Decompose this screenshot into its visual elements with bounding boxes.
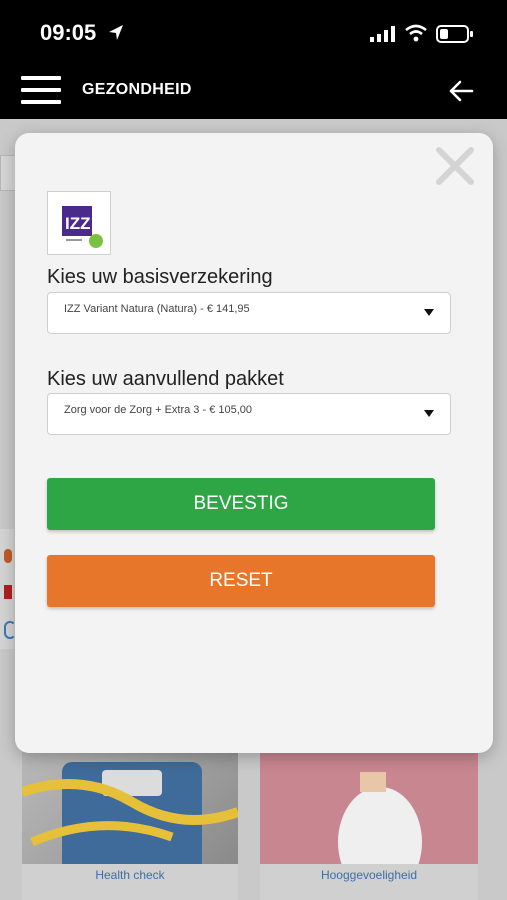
dropdown-caret-icon bbox=[424, 309, 434, 316]
basisverzekering-value: IZZ Variant Natura (Natura) - € 141,95 bbox=[64, 303, 250, 315]
hooggevoeligheid-card[interactable]: Hooggevoeligheid bbox=[260, 752, 478, 900]
dropdown-caret-icon bbox=[424, 410, 434, 417]
health-check-label[interactable]: Health check bbox=[22, 868, 238, 882]
basisverzekering-select[interactable]: IZZ Variant Natura (Natura) - € 141,95 bbox=[47, 292, 451, 334]
insurance-modal: IZZ Kies uw basisverzekering IZZ Variant… bbox=[15, 133, 493, 753]
izz-logo: IZZ bbox=[47, 191, 111, 255]
back-arrow-icon[interactable] bbox=[446, 76, 476, 111]
page-title: GEZONDHEID bbox=[82, 81, 192, 98]
background-side-items bbox=[0, 529, 16, 649]
cellular-signal-icon bbox=[370, 26, 396, 47]
location-arrow-icon bbox=[108, 24, 124, 47]
battery-icon bbox=[436, 24, 474, 49]
health-check-card[interactable]: Health check bbox=[22, 752, 238, 900]
confirm-button[interactable]: BEVESTIG bbox=[47, 478, 435, 530]
basisverzekering-label: Kies uw basisverzekering bbox=[47, 266, 273, 288]
close-x-icon[interactable] bbox=[433, 144, 477, 188]
svg-text:IZZ: IZZ bbox=[65, 214, 91, 233]
aanvullend-pakket-value: Zorg voor de Zorg + Extra 3 - € 105,00 bbox=[64, 404, 253, 416]
wifi-icon bbox=[404, 24, 428, 47]
status-time: 09:05 bbox=[40, 20, 97, 45]
app-header: GEZONDHEID bbox=[0, 64, 507, 119]
hooggevoeligheid-label[interactable]: Hooggevoeligheid bbox=[260, 868, 478, 882]
hamburger-menu-icon[interactable] bbox=[21, 76, 63, 106]
aanvullend-pakket-select[interactable]: Zorg voor de Zorg + Extra 3 - € 105,00 bbox=[47, 393, 451, 435]
aanvullend-pakket-label: Kies uw aanvullend pakket bbox=[47, 368, 284, 390]
scale-image bbox=[22, 752, 238, 872]
reset-button[interactable]: RESET bbox=[47, 555, 435, 607]
person-image bbox=[260, 752, 478, 897]
status-bar: 09:05 bbox=[0, 0, 507, 64]
